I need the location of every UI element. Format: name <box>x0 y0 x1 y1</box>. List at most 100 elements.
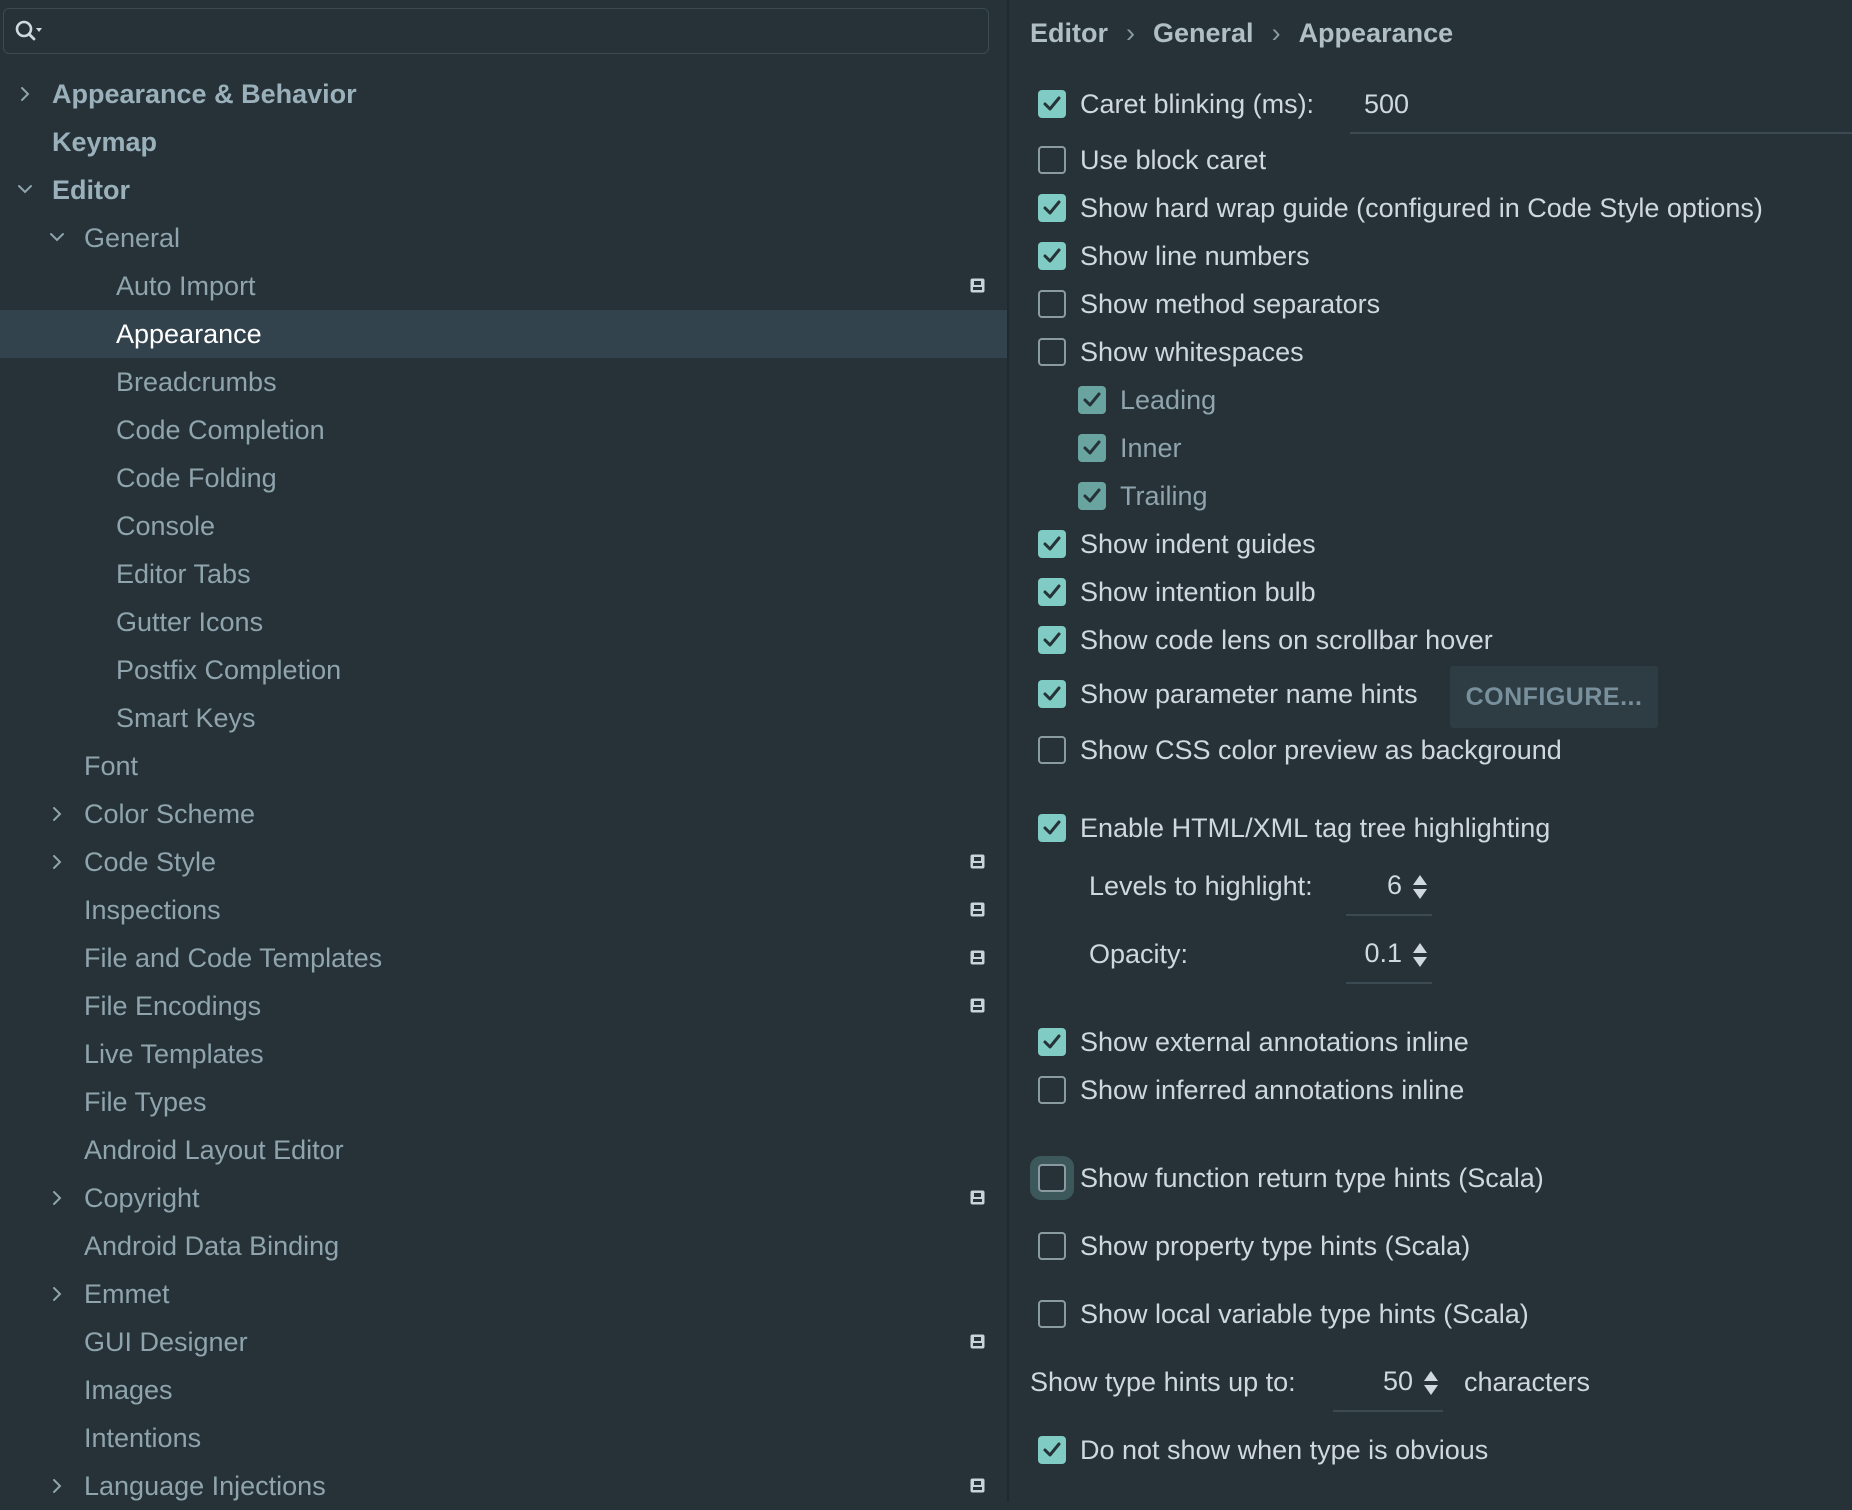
tree-item[interactable]: Smart Keys <box>0 694 1007 742</box>
tree-item[interactable]: Code Completion <box>0 406 1007 454</box>
css-preview-checkbox[interactable] <box>1038 735 1066 764</box>
caret-blinking-input[interactable]: 500 <box>1350 82 1852 134</box>
indent-guides-checkbox[interactable] <box>1038 529 1066 558</box>
spinner-arrows-icon[interactable] <box>1412 942 1428 968</box>
tree-item[interactable]: File and Code Templates <box>0 934 1007 982</box>
return-type-hints-row[interactable]: Show function return type hints (Scala) <box>1038 1156 1544 1200</box>
tree-item[interactable]: Copyright <box>0 1174 1007 1222</box>
trailing-checkbox[interactable] <box>1078 481 1106 510</box>
tree-item[interactable]: Intentions <box>0 1414 1007 1462</box>
tree-item[interactable]: Color Scheme <box>0 790 1007 838</box>
tree-item[interactable]: Emmet <box>0 1270 1007 1318</box>
trailing-row[interactable]: Trailing <box>1078 474 1208 518</box>
tree-item[interactable]: Editor <box>0 166 1007 214</box>
inner-checkbox[interactable] <box>1078 433 1106 462</box>
caret-blinking-checkbox[interactable] <box>1038 89 1066 118</box>
tree-item[interactable]: GUI Designer <box>0 1318 1007 1366</box>
chevron-right-icon[interactable] <box>47 838 67 886</box>
tree-item-label: GUI Designer <box>84 1327 248 1357</box>
external-annotations-row[interactable]: Show external annotations inline <box>1038 1020 1469 1064</box>
settings-search-field[interactable] <box>3 8 989 54</box>
use-block-caret-row[interactable]: Use block caret <box>1038 138 1266 182</box>
whitespaces-checkbox[interactable] <box>1038 337 1066 366</box>
code-lens-checkbox[interactable] <box>1038 625 1066 654</box>
tree-item[interactable]: Keymap <box>0 118 1007 166</box>
tree-item[interactable]: Gutter Icons <box>0 598 1007 646</box>
tree-item[interactable]: Inspections <box>0 886 1007 934</box>
leading-row[interactable]: Leading <box>1078 378 1216 422</box>
leading-checkbox[interactable] <box>1078 385 1106 414</box>
css-preview-row[interactable]: Show CSS color preview as background <box>1038 728 1562 772</box>
intention-bulb-checkbox[interactable] <box>1038 577 1066 606</box>
tree-item[interactable]: Images <box>0 1366 1007 1414</box>
obvious-type-checkbox[interactable] <box>1038 1435 1066 1464</box>
chevron-right-icon[interactable] <box>47 790 67 838</box>
tree-item[interactable]: Appearance & Behavior <box>0 70 1007 118</box>
tree-item[interactable]: Code Style <box>0 838 1007 886</box>
type-hints-length-spinner[interactable]: 50 <box>1333 1358 1443 1412</box>
inferred-annotations-row[interactable]: Show inferred annotations inline <box>1038 1068 1464 1112</box>
inner-row[interactable]: Inner <box>1078 426 1182 470</box>
tree-item[interactable]: General <box>0 214 1007 262</box>
tree-item-label: Keymap <box>52 127 158 157</box>
line-numbers-checkbox[interactable] <box>1038 241 1066 270</box>
param-hints-row[interactable]: Show parameter name hints <box>1038 672 1418 716</box>
tree-item[interactable]: Font <box>0 742 1007 790</box>
method-separators-checkbox[interactable] <box>1038 289 1066 318</box>
tree-item[interactable]: Breadcrumbs <box>0 358 1007 406</box>
spinner-arrows-icon[interactable] <box>1412 874 1428 900</box>
search-icon[interactable] <box>14 19 44 45</box>
indent-guides-row[interactable]: Show indent guides <box>1038 522 1316 566</box>
tree-item-label: Appearance <box>116 319 262 349</box>
line-numbers-row[interactable]: Show line numbers <box>1038 234 1310 278</box>
property-type-hints-row[interactable]: Show property type hints (Scala) <box>1038 1224 1470 1268</box>
chevron-right-icon[interactable] <box>15 70 35 118</box>
project-scope-icon <box>970 278 985 293</box>
external-annotations-checkbox[interactable] <box>1038 1027 1066 1056</box>
property-type-hints-checkbox[interactable] <box>1038 1231 1066 1260</box>
opacity-label: Opacity: <box>1089 939 1189 969</box>
settings-tree: Appearance & Behavior Keymap Editor General… <box>0 70 1007 1510</box>
use-block-caret-checkbox[interactable] <box>1038 145 1066 174</box>
opacity-spinner[interactable]: 0.1 <box>1346 930 1432 984</box>
inferred-annotations-checkbox[interactable] <box>1038 1075 1066 1104</box>
configure-button[interactable]: CONFIGURE... <box>1450 666 1658 728</box>
code-lens-row[interactable]: Show code lens on scrollbar hover <box>1038 618 1493 662</box>
local-var-hints-checkbox[interactable] <box>1038 1299 1066 1328</box>
caret-blinking-row[interactable]: Caret blinking (ms): <box>1038 82 1314 126</box>
tree-item[interactable]: File Encodings <box>0 982 1007 1030</box>
local-var-hints-row[interactable]: Show local variable type hints (Scala) <box>1038 1292 1529 1336</box>
tree-item[interactable]: Console <box>0 502 1007 550</box>
tag-tree-row[interactable]: Enable HTML/XML tag tree highlighting <box>1038 806 1550 850</box>
hard-wrap-guide-row[interactable]: Show hard wrap guide (configured in Code… <box>1038 186 1763 230</box>
tree-item[interactable]: Language Injections <box>0 1462 1007 1510</box>
return-type-hints-checkbox[interactable] <box>1038 1163 1066 1192</box>
tree-item[interactable]: File Types <box>0 1078 1007 1126</box>
chevron-down-icon[interactable] <box>47 214 67 262</box>
tree-item[interactable]: Live Templates <box>0 1030 1007 1078</box>
tree-item[interactable]: Appearance <box>0 310 1007 358</box>
param-hints-checkbox[interactable] <box>1038 679 1066 708</box>
tree-item[interactable]: Code Folding <box>0 454 1007 502</box>
whitespaces-label: Show whitespaces <box>1080 337 1304 367</box>
method-separators-row[interactable]: Show method separators <box>1038 282 1380 326</box>
tree-item-label: Code Style <box>84 847 217 877</box>
hard-wrap-guide-checkbox[interactable] <box>1038 193 1066 222</box>
tree-item[interactable]: Android Layout Editor <box>0 1126 1007 1174</box>
tree-item-label: Font <box>84 751 139 781</box>
tree-item-label: Android Data Binding <box>84 1231 340 1261</box>
tag-tree-checkbox[interactable] <box>1038 813 1066 842</box>
tree-item[interactable]: Auto Import <box>0 262 1007 310</box>
spinner-arrows-icon[interactable] <box>1423 1370 1439 1396</box>
chevron-right-icon[interactable] <box>47 1462 67 1510</box>
tree-item[interactable]: Postfix Completion <box>0 646 1007 694</box>
levels-spinner[interactable]: 6 <box>1346 862 1432 916</box>
chevron-down-icon[interactable] <box>15 166 35 214</box>
tree-item[interactable]: Editor Tabs <box>0 550 1007 598</box>
chevron-right-icon[interactable] <box>47 1174 67 1222</box>
chevron-right-icon[interactable] <box>47 1270 67 1318</box>
obvious-type-row[interactable]: Do not show when type is obvious <box>1038 1428 1488 1472</box>
whitespaces-row[interactable]: Show whitespaces <box>1038 330 1304 374</box>
intention-bulb-row[interactable]: Show intention bulb <box>1038 570 1316 614</box>
tree-item[interactable]: Android Data Binding <box>0 1222 1007 1270</box>
